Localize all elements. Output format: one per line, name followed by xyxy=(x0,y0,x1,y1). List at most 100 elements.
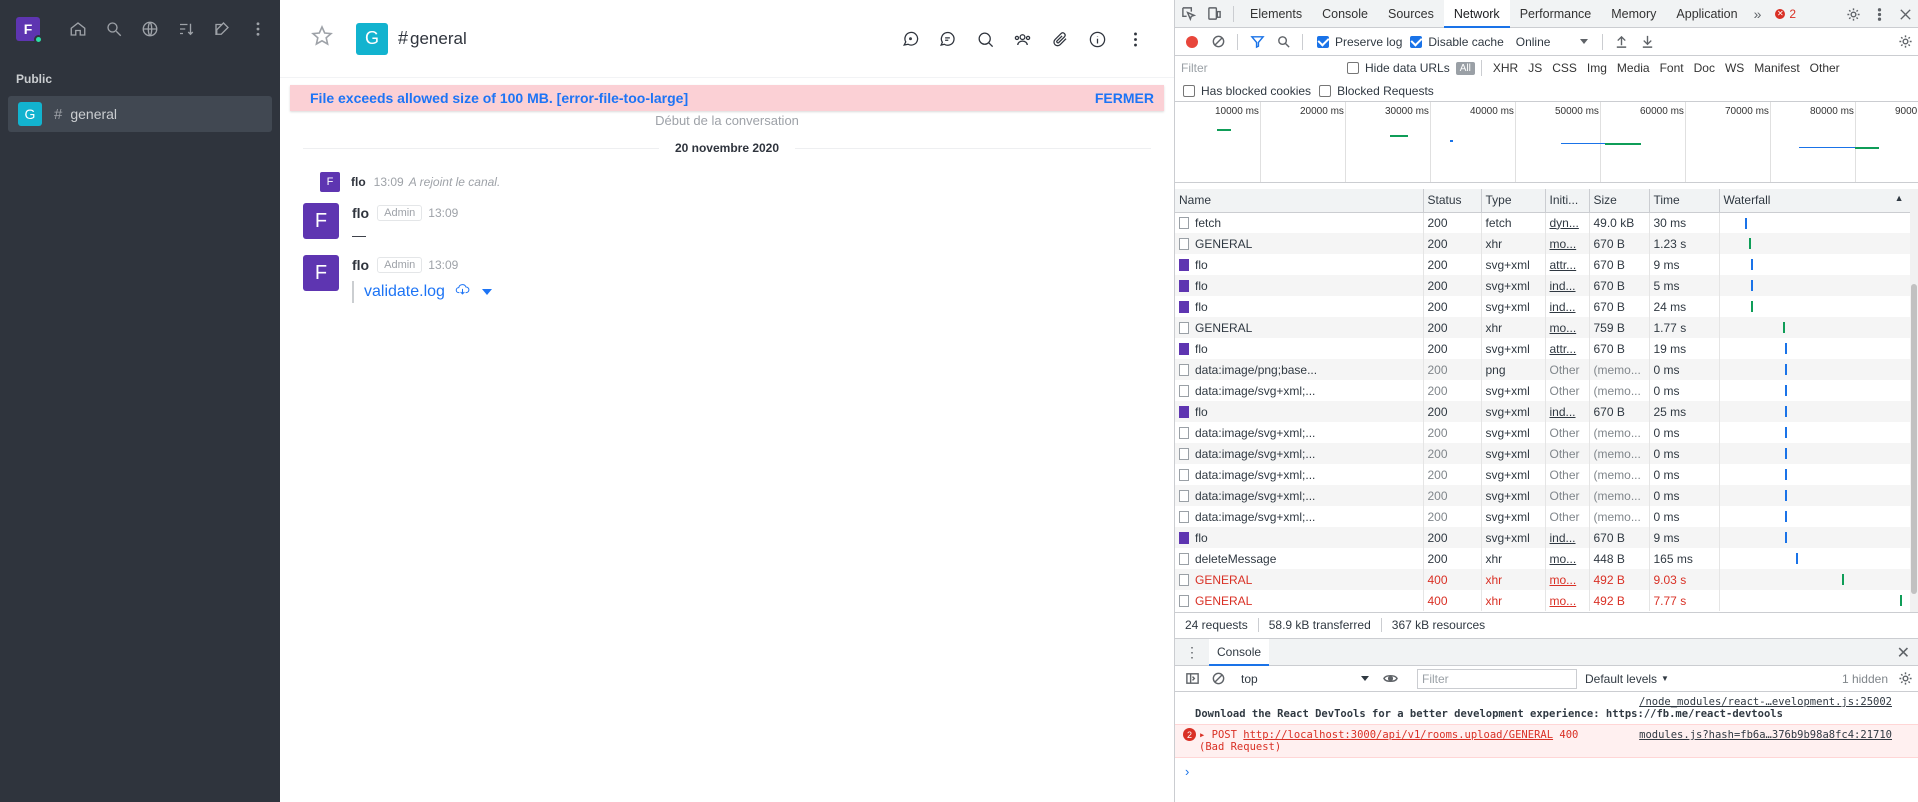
filter-type-css[interactable]: CSS xyxy=(1547,61,1582,75)
record-icon[interactable] xyxy=(1186,35,1198,48)
column-header-initiator[interactable]: Initi... xyxy=(1545,189,1590,213)
cell-initiator[interactable]: Other xyxy=(1545,359,1590,380)
upload-har-icon[interactable] xyxy=(1609,28,1635,56)
device-toolbar-icon[interactable] xyxy=(1201,0,1227,28)
threads-icon[interactable] xyxy=(929,24,967,54)
cell-initiator[interactable]: mo... xyxy=(1545,569,1590,590)
expand-triangle-icon[interactable]: ▸ xyxy=(1199,729,1205,741)
filter-type-font[interactable]: Font xyxy=(1655,61,1689,75)
log-levels-select[interactable]: Default levels ▼ xyxy=(1585,672,1669,686)
console-prompt-input[interactable]: › xyxy=(1175,764,1918,779)
hide-data-urls-checkbox[interactable]: Hide data URLs xyxy=(1347,61,1450,75)
table-row[interactable]: flo 200 svg+xml ind... 670 B 25 ms xyxy=(1175,401,1911,422)
discussion-icon[interactable] xyxy=(892,24,930,54)
table-row[interactable]: flo 200 svg+xml attr... 670 B 19 ms xyxy=(1175,338,1911,359)
cell-initiator[interactable]: Other xyxy=(1545,380,1590,401)
members-icon[interactable] xyxy=(1004,24,1042,54)
cell-initiator[interactable]: Other xyxy=(1545,422,1590,443)
download-har-icon[interactable] xyxy=(1635,28,1661,56)
error-banner-close-button[interactable]: FERMER xyxy=(1095,90,1154,106)
request-url-link[interactable]: http://localhost:3000/api/v1/rooms.uploa… xyxy=(1243,729,1553,741)
message-username[interactable]: flo xyxy=(352,257,369,273)
table-row[interactable]: flo 200 svg+xml attr... 670 B 9 ms xyxy=(1175,254,1911,275)
table-row[interactable]: data:image/svg+xml;... 200 svg+xml Other (me… xyxy=(1175,506,1911,527)
cell-initiator[interactable]: ind... xyxy=(1545,527,1590,548)
column-header-waterfall[interactable]: Waterfall ▲ xyxy=(1719,189,1911,213)
search-icon[interactable] xyxy=(1270,28,1296,56)
table-row[interactable]: fetch 200 fetch dyn... 49.0 kB 30 ms xyxy=(1175,212,1911,233)
tab-network[interactable]: Network xyxy=(1443,0,1510,28)
table-row[interactable]: data:image/svg+xml;... 200 svg+xml Other (me… xyxy=(1175,422,1911,443)
console-sidebar-icon[interactable] xyxy=(1179,665,1205,693)
search-icon[interactable] xyxy=(96,15,132,43)
message-username[interactable]: flo xyxy=(351,175,366,189)
collapse-toggle-icon[interactable] xyxy=(481,289,492,295)
tab-performance[interactable]: Performance xyxy=(1510,0,1602,28)
filter-type-xhr[interactable]: XHR xyxy=(1488,61,1523,75)
table-row[interactable]: data:image/png;base... 200 png Other (memo..… xyxy=(1175,359,1911,380)
live-expression-eye-icon[interactable] xyxy=(1377,665,1403,693)
column-header-time[interactable]: Time xyxy=(1649,189,1720,213)
scrollbar-thumb[interactable] xyxy=(1911,284,1917,594)
cell-initiator[interactable]: Other xyxy=(1545,485,1590,506)
table-row[interactable]: data:image/svg+xml;... 200 svg+xml Other (me… xyxy=(1175,443,1911,464)
cell-initiator[interactable]: ind... xyxy=(1545,275,1590,296)
column-header-name[interactable]: Name xyxy=(1175,189,1424,213)
sort-icon[interactable] xyxy=(168,15,204,43)
column-header-type[interactable]: Type xyxy=(1481,189,1546,213)
close-icon[interactable] xyxy=(1892,0,1918,28)
table-row[interactable]: GENERAL 200 xhr mo... 670 B 1.23 s xyxy=(1175,233,1911,254)
close-icon[interactable]: ✕ xyxy=(1897,643,1910,663)
room-info-icon[interactable] xyxy=(1079,24,1117,54)
console-filter-input[interactable] xyxy=(1417,668,1577,689)
filter-type-other[interactable]: Other xyxy=(1805,61,1845,75)
table-row[interactable]: flo 200 svg+xml ind... 670 B 5 ms xyxy=(1175,275,1911,296)
table-row[interactable]: GENERAL 400 xhr mo... 492 B 7.77 s xyxy=(1175,590,1911,611)
table-row[interactable]: deleteMessage 200 xhr mo... 448 B 165 ms xyxy=(1175,548,1911,569)
tab-console[interactable]: Console xyxy=(1312,0,1378,28)
message[interactable]: F flo Admin 13:09 — xyxy=(303,203,458,243)
more-kebab-icon[interactable] xyxy=(240,15,276,43)
throttle-select[interactable]: Online xyxy=(1516,35,1588,49)
table-row[interactable]: GENERAL 400 xhr mo... 492 B 9.03 s xyxy=(1175,569,1911,590)
files-icon[interactable] xyxy=(1042,24,1080,54)
table-row[interactable]: GENERAL 200 xhr mo... 759 B 1.77 s xyxy=(1175,317,1911,338)
message[interactable]: F flo Admin 13:09 validate.log xyxy=(303,255,492,303)
user-avatar[interactable]: F xyxy=(16,17,43,44)
preserve-log-checkbox[interactable]: Preserve log xyxy=(1317,35,1402,49)
has-blocked-cookies-checkbox[interactable]: Has blocked cookies xyxy=(1183,84,1311,98)
cell-initiator[interactable]: mo... xyxy=(1545,233,1590,254)
more-kebab-icon[interactable] xyxy=(1117,24,1155,54)
inspect-element-icon[interactable] xyxy=(1175,0,1201,28)
filter-type-ws[interactable]: WS xyxy=(1720,61,1749,75)
home-icon[interactable] xyxy=(60,15,96,43)
cell-initiator[interactable]: attr... xyxy=(1545,338,1590,359)
attachment-link[interactable]: validate.log xyxy=(364,283,445,301)
error-counter[interactable]: ✕ 2 xyxy=(1775,7,1796,21)
column-header-size[interactable]: Size xyxy=(1589,189,1650,213)
tab-sources[interactable]: Sources xyxy=(1378,0,1444,28)
js-context-select[interactable]: top xyxy=(1241,672,1369,686)
cell-initiator[interactable]: Other xyxy=(1545,443,1590,464)
message-username[interactable]: flo xyxy=(352,205,369,221)
table-row[interactable]: flo 200 svg+xml ind... 670 B 24 ms xyxy=(1175,296,1911,317)
cell-initiator[interactable]: Other xyxy=(1545,506,1590,527)
filter-type-manifest[interactable]: Manifest xyxy=(1749,61,1804,75)
tab-memory[interactable]: Memory xyxy=(1601,0,1666,28)
tab-console-drawer[interactable]: Console xyxy=(1209,638,1270,666)
cell-initiator[interactable]: mo... xyxy=(1545,548,1590,569)
network-table-scrollbar[interactable] xyxy=(1910,189,1918,612)
console-source-link[interactable]: modules.js?hash=fb6a…376b9b98a8fc4:21710 xyxy=(1639,729,1892,741)
more-tabs-icon[interactable]: » xyxy=(1748,6,1768,22)
disable-cache-checkbox[interactable]: Disable cache xyxy=(1410,35,1504,49)
console-source-link[interactable]: /node_modules/react-…evelopment.js:25002 xyxy=(1195,696,1918,708)
cell-initiator[interactable]: dyn... xyxy=(1545,212,1590,233)
filter-type-img[interactable]: Img xyxy=(1582,61,1612,75)
network-overview-timeline[interactable]: 10000 ms 20000 ms 30000 ms 40000 ms 5000… xyxy=(1175,102,1918,183)
filter-funnel-icon[interactable] xyxy=(1244,28,1270,56)
search-messages-icon[interactable] xyxy=(967,24,1005,54)
drawer-menu-icon[interactable]: ⋮ xyxy=(1185,644,1199,661)
avatar[interactable]: F xyxy=(303,203,339,239)
more-kebab-icon[interactable] xyxy=(1866,0,1892,28)
avatar[interactable]: F xyxy=(303,255,339,291)
